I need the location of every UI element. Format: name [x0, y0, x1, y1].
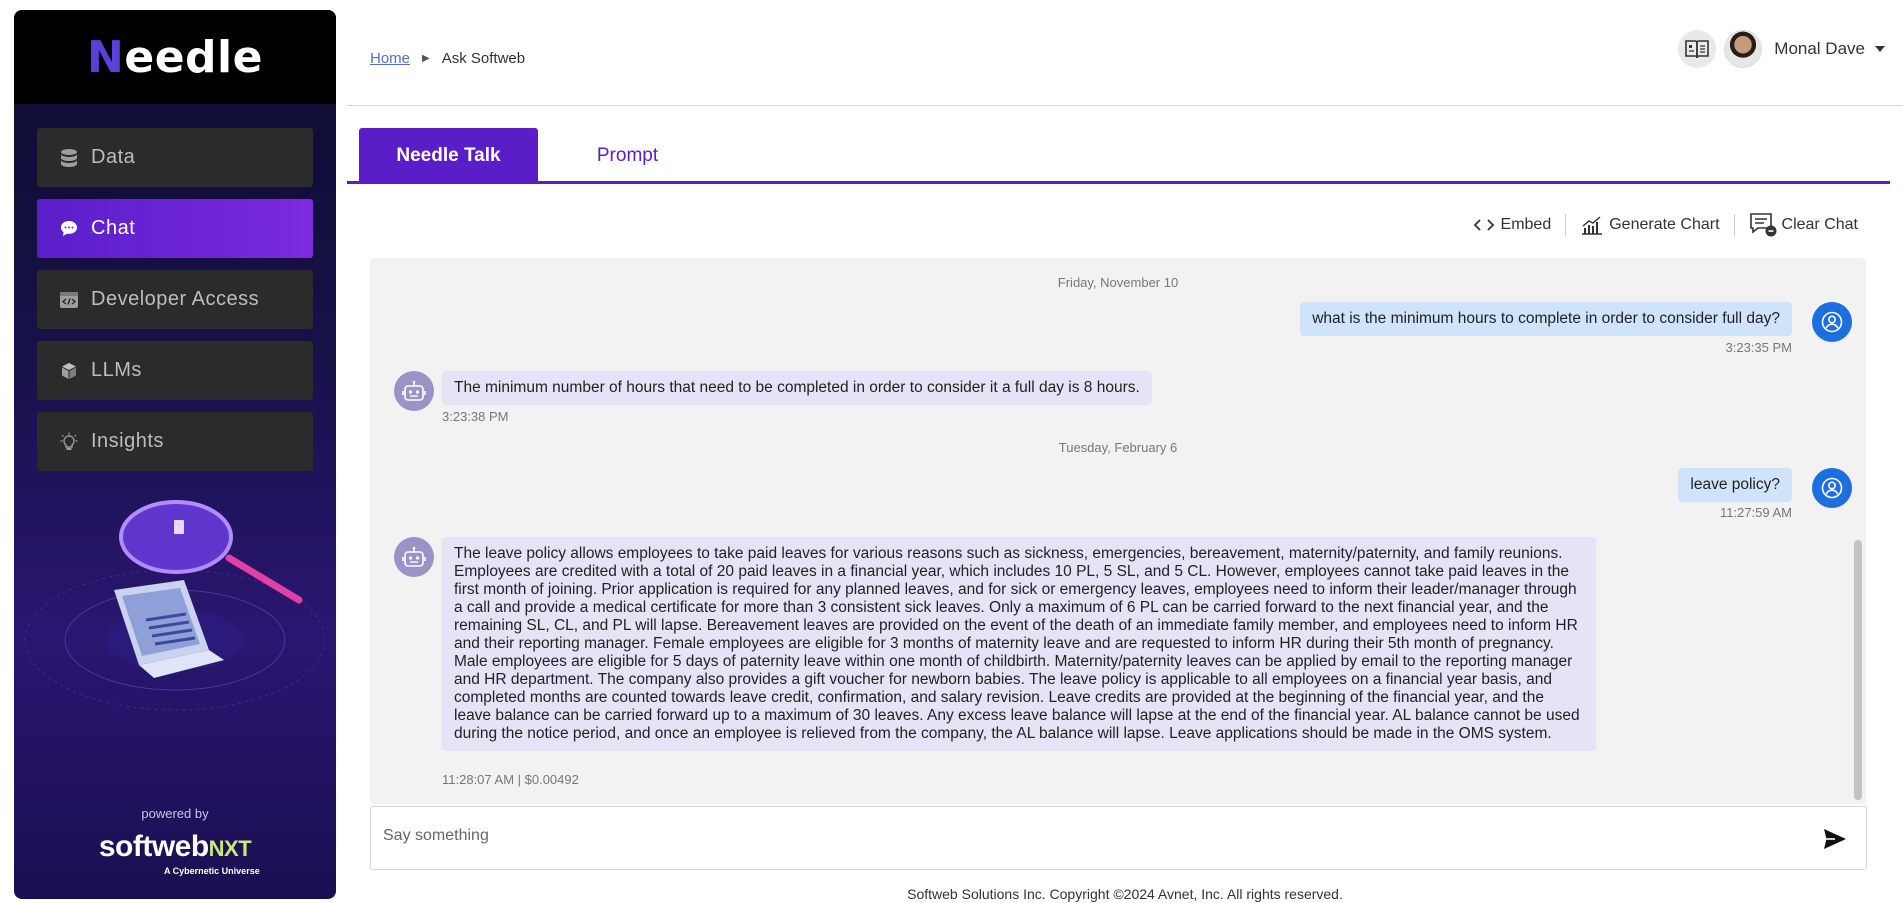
softweb-nxt-logo: softwebNXT: [14, 830, 336, 864]
user-avatar-icon: [1812, 302, 1852, 342]
message-input-bar: [370, 806, 1867, 870]
breadcrumb-current: Ask Softweb: [441, 50, 526, 67]
breadcrumb-separator-icon: ▶: [422, 53, 430, 64]
sidebar-item-developer-access[interactable]: Developer Access: [37, 270, 313, 329]
breadcrumb: Home ▶ Ask Softweb: [370, 50, 525, 67]
logo-bar: Needle: [14, 10, 336, 104]
chart-icon: [1582, 216, 1603, 235]
laptop-magnifier-illustration: [24, 500, 326, 711]
header: Home ▶ Ask Softweb Monal Dave: [347, 0, 1903, 106]
chat-bubble-icon: [59, 219, 79, 239]
embed-label: Embed: [1500, 216, 1552, 233]
logo-text: eedle: [124, 31, 263, 83]
tab-needle-talk[interactable]: Needle Talk: [359, 128, 538, 184]
user-message: leave policy?: [1678, 468, 1792, 502]
bot-avatar-icon: [394, 537, 434, 577]
chevron-down-icon[interactable]: [1875, 46, 1885, 52]
chat-toolbar: Embed Generate Chart Clear Chat: [1472, 212, 1858, 238]
footer-copyright: Softweb Solutions Inc. Copyright ©2024 A…: [907, 886, 1343, 902]
bot-message: The minimum number of hours that need to…: [442, 371, 1152, 405]
avatar[interactable]: [1724, 30, 1763, 68]
lightbulb-icon: [59, 432, 79, 452]
toolbar-divider: [1565, 214, 1567, 236]
date-separator: Tuesday, February 6: [1058, 440, 1178, 455]
user-message: what is the minimum hours to complete in…: [1300, 302, 1792, 336]
sidebar-item-data[interactable]: Data: [37, 128, 313, 187]
sidebar-item-label: Chat: [91, 217, 136, 239]
sidebar-item-label: LLMs: [91, 359, 142, 381]
sidebar-item-label: Insights: [91, 430, 164, 452]
sidebar-item-insights[interactable]: Insights: [37, 412, 313, 471]
sidebar-nav: Data Chat Developer Access LLMs Insights: [14, 104, 336, 471]
sidebar-item-label: Developer Access: [91, 288, 260, 310]
message-timestamp: 11:27:59 AM: [1719, 505, 1792, 520]
message-timestamp: 11:28:07 AM | $0.00492: [442, 772, 579, 787]
chat-messages-panel[interactable]: Friday, November 10 what is the minimum …: [370, 258, 1866, 804]
breadcrumb-home-link[interactable]: Home: [370, 50, 410, 67]
clear-chat-icon: [1749, 213, 1777, 237]
tab-bar: Needle Talk Prompt: [347, 128, 1890, 184]
message-timestamp: 3:23:38 PM: [442, 409, 509, 424]
user-name[interactable]: Monal Dave: [1774, 39, 1865, 59]
embed-button[interactable]: Embed: [1472, 216, 1552, 234]
cube-icon: [59, 361, 79, 381]
clear-chat-label: Clear Chat: [1781, 216, 1858, 233]
message-input[interactable]: [383, 827, 1783, 845]
needle-logo[interactable]: Needle: [87, 32, 263, 83]
chat-scrollbar[interactable]: [1854, 540, 1862, 800]
send-icon[interactable]: [1822, 827, 1848, 856]
generate-chart-label: Generate Chart: [1609, 216, 1720, 233]
code-brackets-icon: [1473, 219, 1494, 231]
date-separator: Friday, November 10: [1057, 275, 1179, 290]
generate-chart-button[interactable]: Generate Chart: [1580, 214, 1720, 236]
book-guide-icon[interactable]: [1678, 30, 1717, 68]
toolbar-divider: [1733, 214, 1735, 236]
message-timestamp: 3:23:35 PM: [1725, 340, 1793, 355]
sidebar-item-chat[interactable]: Chat: [37, 199, 313, 258]
bot-avatar-icon: [394, 371, 434, 411]
user-avatar-icon: [1812, 468, 1852, 508]
brand-name: softweb: [98, 830, 209, 863]
sidebar-item-llms[interactable]: LLMs: [37, 341, 313, 400]
bot-message: The leave policy allows employees to tak…: [442, 537, 1596, 751]
brand-suffix: NXT: [208, 836, 252, 861]
user-menu[interactable]: Monal Dave: [1678, 30, 1885, 68]
database-icon: [59, 148, 79, 168]
tab-prompt[interactable]: Prompt: [538, 128, 717, 184]
brand-tagline: A Cybernetic Universe: [164, 866, 260, 876]
powered-by-label: powered by: [141, 806, 209, 821]
clear-chat-button[interactable]: Clear Chat: [1749, 212, 1858, 238]
logo-letter: N: [87, 31, 125, 83]
code-window-icon: [59, 290, 79, 310]
sidebar-item-label: Data: [91, 146, 136, 168]
sidebar: Needle Data Chat Developer Access LLMs I…: [14, 10, 336, 899]
